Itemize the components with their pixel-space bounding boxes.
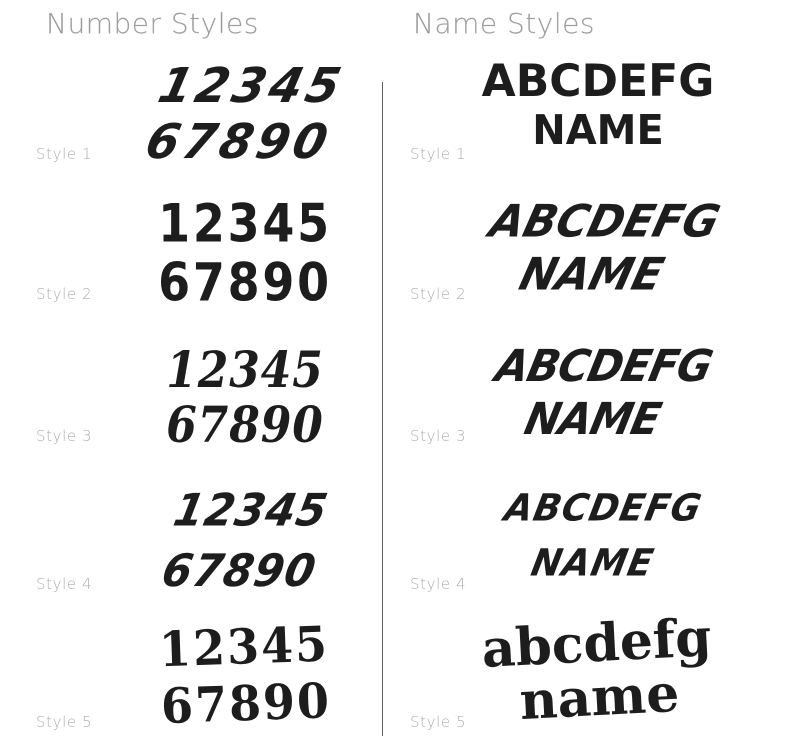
name-styles-column: Name Styles Style 1 ABCDEFG NAME Style 2…: [383, 0, 793, 750]
number-sample-line-1: 12345: [166, 340, 324, 399]
name-style-row-1[interactable]: Style 1 ABCDEFG NAME: [383, 55, 793, 185]
number-style-sample-4: 12345 67890: [102, 485, 387, 597]
name-sample-line-2: NAME: [514, 249, 669, 301]
number-sample-line-2: 67890: [166, 395, 324, 454]
name-style-row-2[interactable]: Style 2 ABCDEFG NAME: [383, 195, 793, 330]
number-style-label-4: Style 4: [36, 575, 93, 593]
number-sample-line-2: 67890: [157, 545, 321, 597]
number-style-row-3[interactable]: Style 3 12345 67890: [0, 345, 382, 475]
number-sample-line-1: 12345: [158, 615, 330, 678]
number-sample-line-1: 12345: [153, 57, 350, 114]
name-style-row-5[interactable]: Style 5 abcdefg name: [383, 607, 793, 750]
name-sample-line-1: ABCDEFG: [481, 55, 715, 108]
number-style-row-5[interactable]: Style 5 12345 67890: [0, 615, 382, 750]
number-style-label-2: Style 2: [36, 285, 93, 303]
number-style-sample-5: 12345 67890: [118, 615, 372, 735]
number-style-sample-1: 12345 67890: [108, 57, 382, 171]
number-sample-line-2: 67890: [160, 672, 332, 735]
number-sample-line-1: 12345: [169, 485, 333, 537]
style-sample-sheet: Number Styles Style 1 12345 67890 Style …: [0, 0, 793, 750]
number-styles-header: Number Styles: [46, 7, 259, 40]
name-styles-header: Name Styles: [413, 7, 595, 40]
name-sample-line-2: NAME: [532, 107, 664, 154]
number-style-label-5: Style 5: [36, 713, 93, 731]
name-style-row-3[interactable]: Style 3 ABCDEFG NAME: [383, 341, 793, 475]
name-style-sample-1: ABCDEFG NAME: [433, 59, 763, 151]
name-sample-line-2: NAME: [527, 541, 658, 586]
name-sample-line-1: ABCDEFG: [501, 486, 706, 531]
number-style-label-3: Style 3: [36, 427, 93, 445]
number-style-sample-2: 12345 67890: [130, 197, 360, 308]
number-style-label-1: Style 1: [36, 145, 93, 163]
name-style-sample-5: abcdefg name: [430, 607, 765, 732]
number-sample-line-2: 67890: [140, 114, 337, 171]
number-style-row-4[interactable]: Style 4 12345 67890: [0, 485, 382, 615]
name-style-sample-3: ABCDEFG NAME: [431, 341, 765, 445]
name-sample-line-1: ABCDEFG: [484, 195, 725, 248]
number-style-sample-3: 12345 67890: [135, 345, 355, 450]
name-style-sample-2: ABCDEFG NAME: [421, 195, 775, 301]
name-style-row-4[interactable]: Style 4 ABCDEFG NAME: [383, 486, 793, 615]
number-style-row-1[interactable]: Style 1 12345 67890: [0, 55, 382, 185]
name-sample-line-1: ABCDEFG: [491, 341, 717, 392]
name-style-sample-4: ABCDEFG NAME: [416, 486, 780, 586]
number-sample-line-1: 12345: [158, 193, 332, 255]
name-sample-line-2: NAME: [520, 394, 665, 445]
number-sample-line-2: 67890: [158, 251, 332, 313]
number-styles-column: Number Styles Style 1 12345 67890 Style …: [0, 0, 382, 750]
number-style-row-2[interactable]: Style 2 12345 67890: [0, 197, 382, 330]
